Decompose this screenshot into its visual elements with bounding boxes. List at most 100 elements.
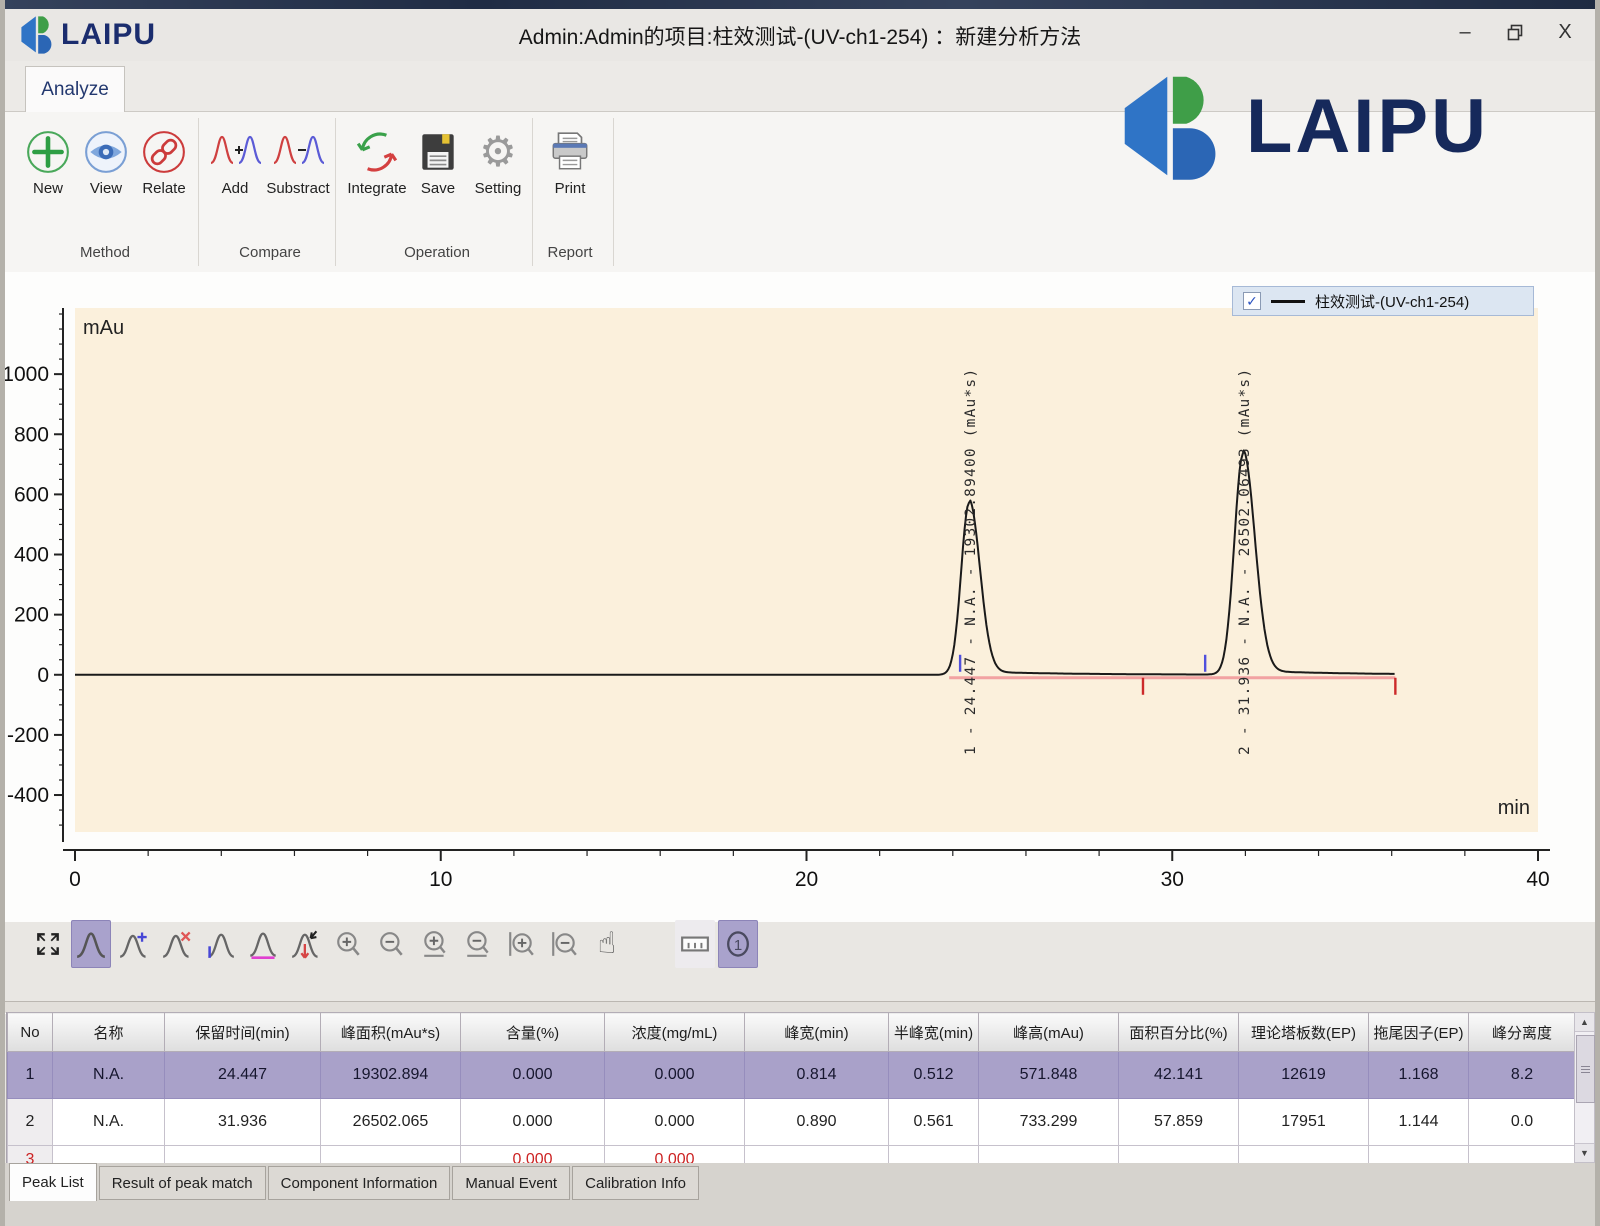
legend-line-sample [1271, 300, 1305, 303]
table-cell: 17951 [1239, 1099, 1369, 1146]
column-header[interactable]: 峰面积(mAu*s) [321, 1013, 461, 1052]
integrate-refresh-icon [354, 129, 400, 175]
column-header[interactable]: 含量(%) [461, 1013, 605, 1052]
table-cell: 0.000 [461, 1146, 605, 1164]
column-header[interactable]: 峰宽(min) [745, 1013, 889, 1052]
column-header[interactable]: 半峰宽(min) [889, 1013, 979, 1052]
table-cell: N.A. [53, 1052, 165, 1099]
table-cell: 0.561 [889, 1099, 979, 1146]
print-button[interactable]: Print [537, 126, 603, 197]
zoom-out-x-icon[interactable] [458, 920, 498, 968]
table-cell: 0.000 [605, 1099, 745, 1146]
svg-text:200: 200 [14, 604, 49, 627]
chromatogram-chart[interactable]: -400-20002004006008001000010203040mAumin… [5, 272, 1595, 922]
column-header[interactable]: 峰高(mAu) [979, 1013, 1119, 1052]
column-header[interactable]: 峰分离度 [1469, 1013, 1576, 1052]
new-button[interactable]: New [15, 126, 81, 197]
tab-analyze[interactable]: Analyze [25, 66, 125, 112]
table-cell: 0.000 [461, 1099, 605, 1146]
svg-text:mAu: mAu [83, 317, 124, 339]
save-button[interactable]: Save [405, 126, 471, 197]
column-header[interactable]: 拖尾因子(EP) [1369, 1013, 1469, 1052]
chromatogram-panel: -400-20002004006008001000010203040mAumin… [5, 272, 1595, 922]
tab-manual-event[interactable]: Manual Event [452, 1166, 570, 1200]
tab-result-of-peak-match[interactable]: Result of peak match [99, 1166, 266, 1200]
tab-component-information[interactable]: Component Information [268, 1166, 451, 1200]
svg-text:0: 0 [69, 868, 81, 891]
table-cell: 19302.894 [321, 1052, 461, 1099]
setting-button[interactable]: ⚙ Setting [465, 126, 531, 197]
column-header[interactable]: 名称 [53, 1013, 165, 1052]
svg-text:10: 10 [429, 868, 452, 891]
column-header[interactable]: 浓度(mg/mL) [605, 1013, 745, 1052]
zoom-in-icon[interactable] [329, 920, 369, 968]
table-cell: 0.512 [889, 1052, 979, 1099]
table-row[interactable]: 1N.A.24.44719302.8940.0000.0000.8140.512… [8, 1052, 1576, 1099]
zoom-out-icon[interactable] [372, 920, 412, 968]
zoom-in-y-icon[interactable] [501, 920, 541, 968]
legend-checkbox[interactable]: ✓ [1243, 292, 1261, 310]
fit-screen-icon[interactable] [28, 920, 68, 968]
minimize-button[interactable]: – [1453, 19, 1477, 45]
laipu-watermark-icon [1118, 70, 1230, 182]
relate-button[interactable]: Relate [131, 126, 197, 197]
table-cell: 733.299 [979, 1099, 1119, 1146]
peak-baseline-icon[interactable] [243, 920, 283, 968]
add-peaks-icon [209, 129, 261, 175]
table-cell [53, 1146, 165, 1164]
svg-text:600: 600 [14, 483, 49, 506]
pan-hand-icon[interactable]: ☝ [587, 920, 627, 968]
legend: ✓ 柱效测试-(UV-ch1-254) [1232, 286, 1534, 316]
table-cell: 0.814 [745, 1052, 889, 1099]
save-floppy-icon [415, 129, 461, 175]
window-top-edge [0, 0, 1600, 9]
close-button[interactable]: X [1553, 19, 1577, 45]
peak-table: No名称保留时间(min)峰面积(mAu*s)含量(%)浓度(mg/mL)峰宽(… [6, 1012, 1575, 1163]
group-label-compare: Compare [200, 244, 340, 261]
table-cell: 3 [8, 1146, 53, 1164]
column-header[interactable]: 面积百分比(%) [1119, 1013, 1239, 1052]
tab-peak-list[interactable]: Peak List [9, 1163, 97, 1201]
tab-calibration-info[interactable]: Calibration Info [572, 1166, 699, 1200]
zoom-out-y-icon[interactable] [544, 920, 584, 968]
bottom-tab-bar: Peak List Result of peak match Component… [5, 1163, 1595, 1226]
add-button[interactable]: Add [202, 126, 268, 197]
column-header[interactable]: No [8, 1013, 53, 1052]
peak-start-icon[interactable] [200, 920, 240, 968]
table-scrollbar[interactable]: ▲ ▼ [1574, 1012, 1595, 1163]
setting-gear-icon: ⚙ [479, 131, 517, 173]
table-cell: 2 [8, 1099, 53, 1146]
table-cell: 57.859 [1119, 1099, 1239, 1146]
column-header[interactable]: 保留时间(min) [165, 1013, 321, 1052]
peak-select-icon[interactable] [71, 920, 111, 968]
new-plus-circle-icon [25, 129, 71, 175]
single-view-icon[interactable]: 1 [718, 920, 758, 968]
ruler-icon[interactable] [675, 920, 715, 968]
view-eye-icon [83, 129, 129, 175]
table-cell [1369, 1146, 1469, 1164]
chart-toolbar: ☝ 1 [28, 918, 758, 970]
substract-button[interactable]: Substract [265, 126, 331, 197]
peak-delete-icon[interactable] [157, 920, 197, 968]
table-cell: 1.144 [1369, 1099, 1469, 1146]
column-header[interactable]: 理论塔板数(EP) [1239, 1013, 1369, 1052]
table-row[interactable]: 2N.A.31.93626502.0650.0000.0000.8900.561… [8, 1099, 1576, 1146]
table-row[interactable]: 3 0.0000.000 [8, 1146, 1576, 1164]
table-cell: 24.447 [165, 1052, 321, 1099]
view-button[interactable]: View [73, 126, 139, 197]
integrate-button[interactable]: Integrate [344, 126, 410, 197]
svg-text:min: min [1498, 797, 1530, 819]
peak-add-icon[interactable] [114, 920, 154, 968]
table-cell: 0.000 [605, 1146, 745, 1164]
peak-split-icon[interactable] [286, 920, 326, 968]
restore-button[interactable] [1503, 19, 1527, 45]
table-cell: 571.848 [979, 1052, 1119, 1099]
group-label-report: Report [500, 244, 640, 261]
scroll-up-icon[interactable]: ▲ [1575, 1013, 1594, 1032]
zoom-in-x-icon[interactable] [415, 920, 455, 968]
table-cell: 0.0 [1469, 1099, 1576, 1146]
table-cell: 1.168 [1369, 1052, 1469, 1099]
table-cell [165, 1146, 321, 1164]
scrollbar-thumb[interactable] [1576, 1035, 1595, 1103]
scroll-down-icon[interactable]: ▼ [1575, 1143, 1594, 1162]
